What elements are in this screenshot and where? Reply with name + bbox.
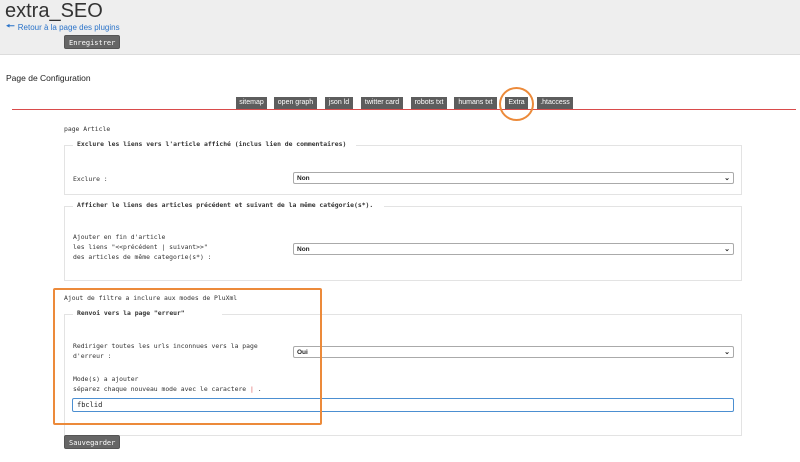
highlight-circle-annotation (499, 87, 534, 121)
chevron-down-icon: ⌄ (724, 175, 730, 182)
tab-humans-txt[interactable]: humans txt (454, 97, 497, 109)
highlight-box-annotation (53, 288, 322, 425)
tab-bar: sitemap open graph json ld twitter card … (0, 97, 800, 109)
exclude-label: Exclure : (73, 175, 108, 183)
exclude-select-value: Non (297, 175, 310, 182)
prev-next-select[interactable]: Non ⌄ (293, 243, 734, 255)
arrow-left-icon: 🠔 (6, 21, 15, 32)
fieldset-border (384, 206, 742, 207)
tab-divider (12, 109, 796, 110)
legend-prev-next-links: Afficher le liens des articles précédent… (77, 201, 374, 209)
prev-next-label-line3: des articles de même categorie(s*) : (73, 253, 212, 261)
redirect-select[interactable]: Oui ⌄ (293, 346, 734, 358)
prev-next-label-line1: Ajouter en fin d'article (73, 233, 166, 241)
save-button-top[interactable]: Enregistrer (64, 35, 121, 49)
fieldset-border (356, 145, 742, 146)
fieldset-border (64, 206, 73, 207)
save-button-bottom[interactable]: Sauvegarder (64, 435, 121, 449)
legend-exclude-links: Exclure les liens vers l'article affiché… (77, 140, 347, 148)
prev-next-label-line2: les liens "<<précédent | suivant>>" (73, 243, 208, 251)
chevron-down-icon: ⌄ (724, 246, 730, 253)
fieldset-border (64, 145, 73, 146)
fieldset-exclude-links (64, 145, 742, 195)
back-link-label: Retour à la page des plugins (17, 23, 120, 32)
tab-json-ld[interactable]: json ld (325, 97, 353, 109)
config-title: Page de Configuration (6, 73, 91, 83)
tab-twitter-card[interactable]: twitter card (361, 97, 403, 109)
exclude-select[interactable]: Non ⌄ (293, 172, 734, 184)
back-to-plugins-link[interactable]: 🠔 Retour à la page des plugins (6, 19, 120, 36)
prev-next-select-value: Non (297, 246, 310, 253)
section-heading-article: page Article (64, 125, 111, 133)
chevron-down-icon: ⌄ (724, 349, 730, 356)
tab-htaccess[interactable]: .htaccess (537, 97, 573, 109)
page-header: extra_SEO 🠔 Retour à la page des plugins… (0, 0, 800, 55)
tab-robots-txt[interactable]: robots txt (411, 97, 447, 109)
tab-sitemap[interactable]: sitemap (236, 97, 267, 109)
tab-open-graph[interactable]: open graph (274, 97, 317, 109)
